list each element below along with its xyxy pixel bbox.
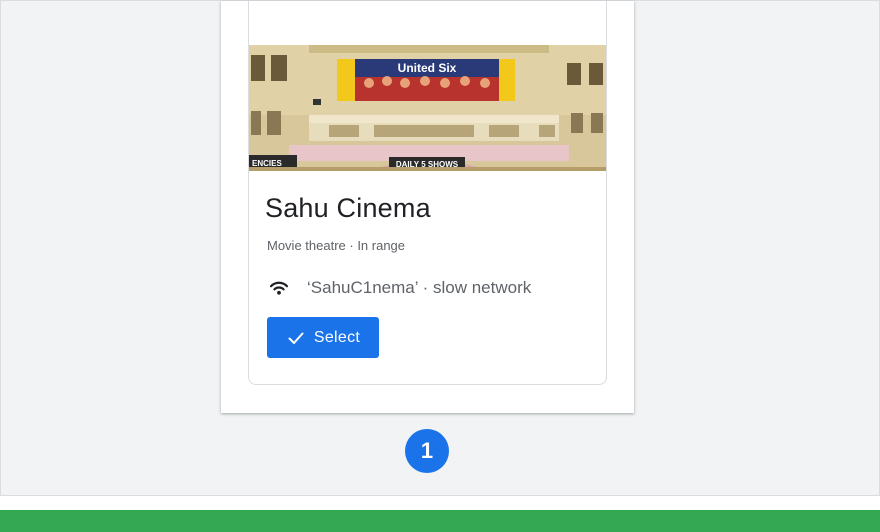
check-icon bbox=[286, 328, 306, 348]
place-name: Sahu Cinema bbox=[265, 193, 431, 223]
step-number-badge: 1 bbox=[405, 429, 449, 473]
cinema-building-image: United Six ENCIES DAILY 5 SHOWS bbox=[249, 45, 606, 171]
network-info: ‘SahuC1nema’ · slow network bbox=[267, 275, 531, 301]
select-button-label: Select bbox=[313, 328, 361, 346]
screen-background: United Six ENCIES DAILY 5 SHOWS Sahu Cin… bbox=[0, 0, 880, 496]
wifi-icon bbox=[267, 276, 291, 300]
sign-left-text: ENCIES bbox=[252, 159, 282, 168]
network-name: ‘SahuC1nema’ · slow network bbox=[307, 278, 532, 297]
banner-text: United Six bbox=[398, 61, 457, 75]
footer-bar bbox=[0, 510, 880, 532]
place-subtitle: Movie theatre · In range bbox=[267, 238, 406, 253]
place-sheet: United Six ENCIES DAILY 5 SHOWS Sahu Cin… bbox=[221, 1, 634, 413]
select-button[interactable]: Select bbox=[267, 317, 379, 358]
place-photo: United Six ENCIES DAILY 5 SHOWS bbox=[249, 45, 606, 171]
place-card[interactable]: United Six ENCIES DAILY 5 SHOWS Sahu Cin… bbox=[248, 1, 607, 385]
